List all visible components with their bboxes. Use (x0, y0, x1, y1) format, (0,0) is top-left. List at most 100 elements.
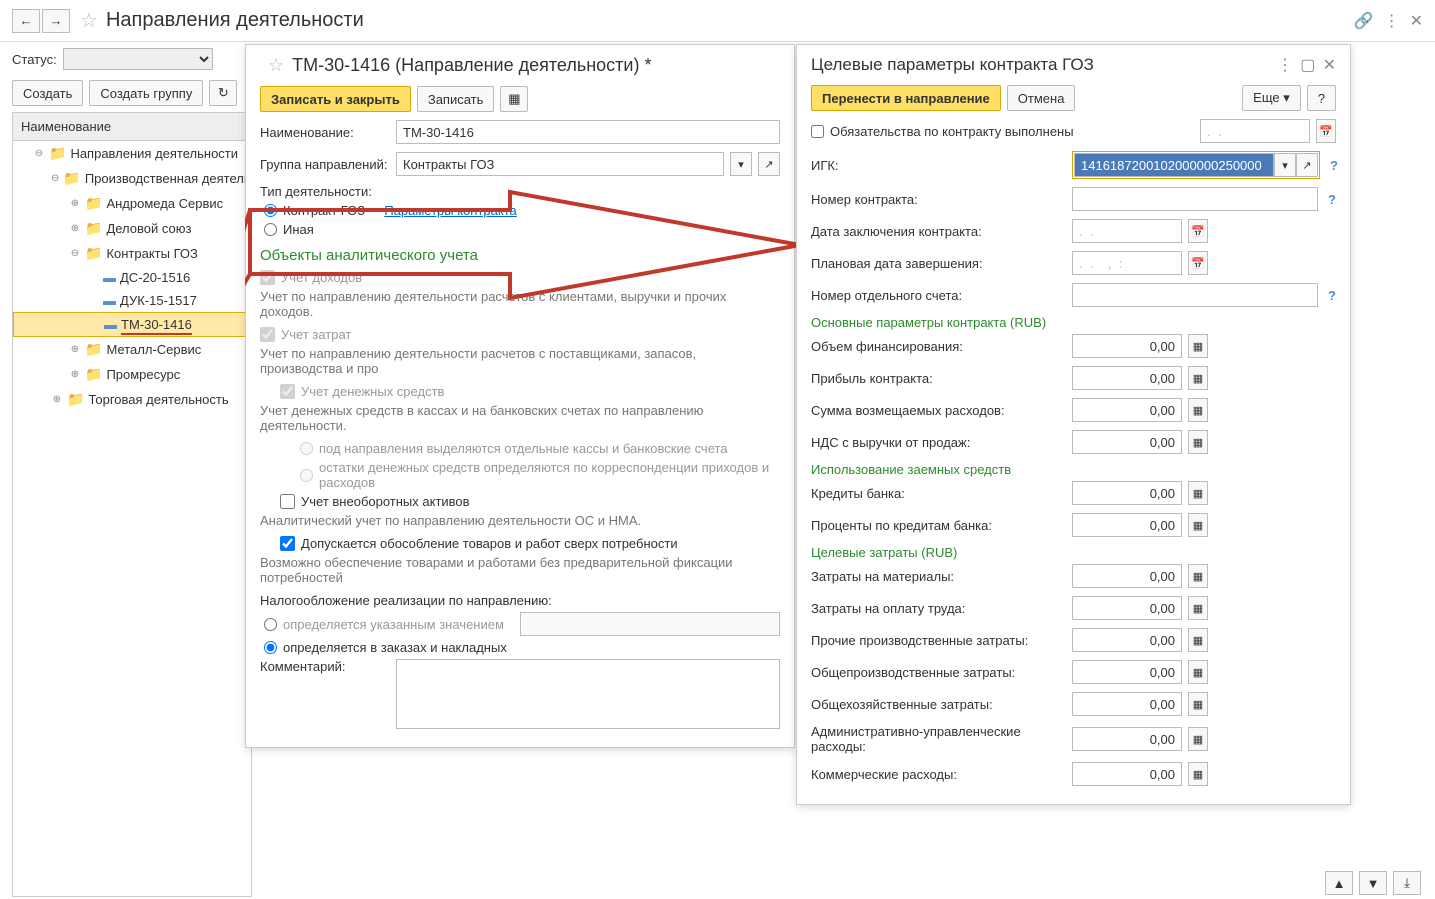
materials-input[interactable] (1072, 564, 1182, 588)
admin-calc-icon[interactable]: ▦ (1188, 727, 1208, 751)
scroll-up-button[interactable]: ▲ (1325, 871, 1353, 895)
comment-input[interactable] (396, 659, 780, 729)
vat-input[interactable] (1072, 430, 1182, 454)
finance-input[interactable] (1072, 334, 1182, 358)
interest-input[interactable] (1072, 513, 1182, 537)
account-no-input[interactable] (1072, 283, 1318, 307)
expand-icon[interactable]: ⊕ (69, 369, 81, 380)
contract-params-link[interactable]: Параметры контракта (384, 203, 516, 218)
contract-date-calendar-icon[interactable]: 📅 (1188, 219, 1208, 243)
transfer-button[interactable]: Перенести в направление (811, 85, 1001, 111)
commercial-input[interactable] (1072, 762, 1182, 786)
overhead-prod-calc-icon[interactable]: ▦ (1188, 660, 1208, 684)
expand-icon[interactable]: ⊕ (51, 394, 63, 405)
obligations-date[interactable] (1200, 119, 1310, 143)
form-star-icon[interactable]: ☆ (268, 55, 284, 76)
finance-calc-icon[interactable]: ▦ (1188, 334, 1208, 358)
create-button[interactable]: Создать (12, 80, 83, 106)
save-button[interactable]: Записать (417, 86, 495, 112)
contract-no-help-icon[interactable]: ? (1328, 192, 1336, 207)
status-select[interactable] (63, 48, 213, 70)
tree-item[interactable]: ▬ДУК-15-1517 (13, 289, 251, 312)
contract-no-input[interactable] (1072, 187, 1318, 211)
expand-icon[interactable]: ⊖ (51, 173, 59, 184)
scroll-down-button[interactable]: ▼ (1359, 871, 1387, 895)
right-close-icon[interactable]: ✕ (1323, 55, 1336, 75)
profit-calc-icon[interactable]: ▦ (1188, 366, 1208, 390)
reimburse-input[interactable] (1072, 398, 1182, 422)
kebab-icon[interactable]: ⋮ (1384, 11, 1400, 31)
refresh-button[interactable]: ↻ (209, 80, 237, 106)
plan-date-calendar-icon[interactable]: 📅 (1188, 251, 1208, 275)
other-prod-calc-icon[interactable]: ▦ (1188, 628, 1208, 652)
account-no-help-icon[interactable]: ? (1328, 288, 1336, 303)
right-maximize-icon[interactable]: ▢ (1300, 55, 1315, 75)
create-group-button[interactable]: Создать группу (89, 80, 203, 106)
igk-help-icon[interactable]: ? (1330, 158, 1338, 173)
close-icon[interactable]: ✕ (1410, 11, 1423, 31)
type-other-label: Иная (283, 222, 314, 237)
expand-icon[interactable]: ⊖ (33, 148, 45, 159)
surplus-check[interactable] (280, 536, 295, 551)
forward-button[interactable]: → (42, 9, 70, 33)
obligations-check[interactable] (811, 125, 824, 138)
plan-date-input[interactable] (1072, 251, 1182, 275)
group-open-button[interactable]: ↗ (758, 152, 780, 176)
labor-calc-icon[interactable]: ▦ (1188, 596, 1208, 620)
type-goz-radio[interactable] (264, 204, 277, 217)
help-button[interactable]: ? (1307, 85, 1336, 111)
star-icon[interactable]: ☆ (80, 8, 98, 33)
tree-item[interactable]: ⊖📁Производственная деятель (13, 166, 251, 191)
link-icon[interactable]: 🔗 (1354, 11, 1374, 31)
reimburse-calc-icon[interactable]: ▦ (1188, 398, 1208, 422)
tree-item[interactable]: ⊕📁Деловой союз (13, 216, 251, 241)
type-other-radio[interactable] (264, 223, 277, 236)
vat-calc-icon[interactable]: ▦ (1188, 430, 1208, 454)
tree-item[interactable]: ⊕📁Металл-Сервис (13, 337, 251, 362)
form-title: ТМ-30-1416 (Направление деятельности) * (292, 55, 651, 76)
obligations-calendar-icon[interactable]: 📅 (1316, 119, 1336, 143)
admin-input[interactable] (1072, 727, 1182, 751)
credits-calc-icon[interactable]: ▦ (1188, 481, 1208, 505)
noncurrent-check[interactable] (280, 494, 295, 509)
tree-item[interactable]: ⊖📁Контракты ГОЗ (13, 241, 251, 266)
tree-item[interactable]: ▬ДС-20-1516 (13, 266, 251, 289)
igk-input[interactable] (1074, 153, 1274, 177)
other-prod-input[interactable] (1072, 628, 1182, 652)
expand-icon[interactable]: ⊖ (69, 248, 81, 259)
labor-input[interactable] (1072, 596, 1182, 620)
save-close-button[interactable]: Записать и закрыть (260, 86, 411, 112)
name-input[interactable] (396, 120, 780, 144)
expand-icon[interactable]: ⊕ (69, 223, 81, 234)
contract-date-input[interactable] (1072, 219, 1182, 243)
back-button[interactable]: ← (12, 9, 40, 33)
materials-calc-icon[interactable]: ▦ (1188, 564, 1208, 588)
overhead-gen-input[interactable] (1072, 692, 1182, 716)
tax-opt2-radio[interactable] (264, 641, 277, 654)
commercial-calc-icon[interactable]: ▦ (1188, 762, 1208, 786)
group-dropdown-button[interactable]: ▾ (730, 152, 752, 176)
expand-icon[interactable]: ⊕ (69, 344, 81, 355)
igk-dropdown-button[interactable]: ▾ (1274, 153, 1296, 177)
overhead-prod-input[interactable] (1072, 660, 1182, 684)
group-input[interactable] (396, 152, 724, 176)
overhead-gen-calc-icon[interactable]: ▦ (1188, 692, 1208, 716)
more-button[interactable]: Еще ▾ (1242, 85, 1301, 111)
expand-icon[interactable]: ⊕ (69, 198, 81, 209)
igk-open-button[interactable]: ↗ (1296, 153, 1318, 177)
scroll-last-button[interactable]: ⤓ (1393, 871, 1421, 895)
borrowed-header: Использование заемных средств (811, 462, 1336, 477)
form-report-button[interactable]: ▦ (500, 86, 528, 112)
tree-item[interactable]: ⊕📁Андромеда Сервис (13, 191, 251, 216)
interest-calc-icon[interactable]: ▦ (1188, 513, 1208, 537)
right-kebab-icon[interactable]: ⋮ (1277, 55, 1293, 75)
tree-item[interactable]: ▬ТМ-30-1416 (13, 312, 251, 337)
tree-item[interactable]: ⊖📁Направления деятельности (13, 141, 251, 166)
cancel-button[interactable]: Отмена (1007, 85, 1076, 111)
tax-opt1-radio[interactable] (264, 618, 277, 631)
credits-input[interactable] (1072, 481, 1182, 505)
profit-input[interactable] (1072, 366, 1182, 390)
tree-item[interactable]: ⊕📁Торговая деятельность (13, 387, 251, 412)
tree-item[interactable]: ⊕📁Промресурс (13, 362, 251, 387)
money-hint: Учет денежных средств в кассах и на банк… (260, 403, 780, 433)
